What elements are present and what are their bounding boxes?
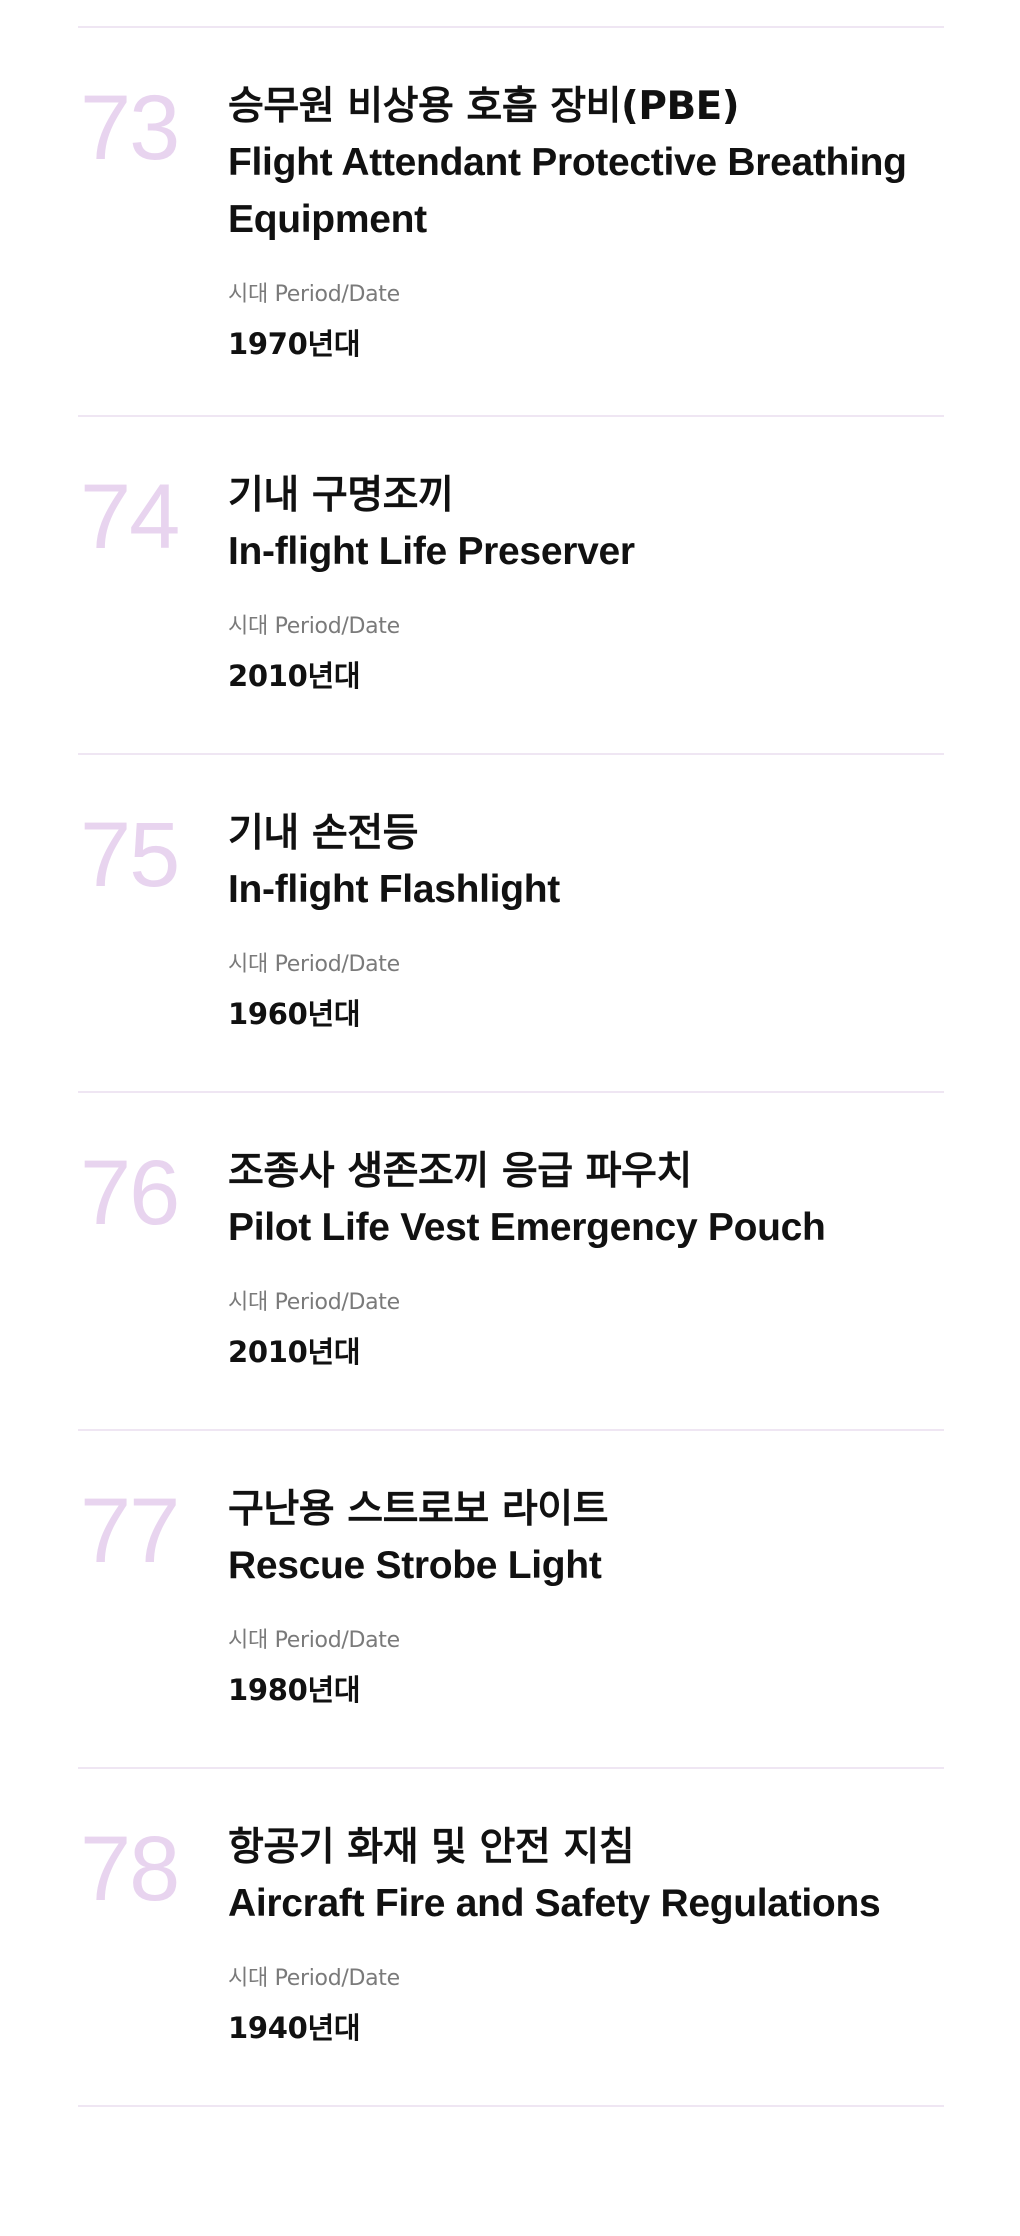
item-number: 77 bbox=[80, 1480, 180, 1582]
period-value: 1960년대 bbox=[228, 997, 361, 1031]
item-number: 76 bbox=[80, 1142, 180, 1244]
period-value: 1970년대 bbox=[228, 327, 361, 361]
period-label: 시대 Period/Date bbox=[228, 1628, 400, 1653]
item-title-ko: 승무원 비상용 호흡 장비(PBE) bbox=[228, 84, 740, 129]
item-title-ko: 기내 손전등 bbox=[228, 811, 418, 856]
item-content: 항공기 화재 및 안전 지침 Aircraft Fire and Safety … bbox=[228, 1821, 944, 2046]
item-title-ko: 구난용 스트로보 라이트 bbox=[228, 1487, 608, 1532]
item-content: 승무원 비상용 호흡 장비(PBE) Flight Attendant Prot… bbox=[228, 80, 944, 362]
item-content: 구난용 스트로보 라이트 Rescue Strobe Light 시대 Peri… bbox=[228, 1483, 944, 1708]
period-label: 시대 Period/Date bbox=[228, 282, 400, 307]
period-value: 1940년대 bbox=[228, 2011, 361, 2045]
period-label: 시대 Period/Date bbox=[228, 1290, 400, 1315]
item-number: 73 bbox=[80, 77, 180, 179]
item-content: 기내 구명조끼 In-flight Life Preserver 시대 Peri… bbox=[228, 469, 944, 694]
list-item[interactable]: 73 승무원 비상용 호흡 장비(PBE) Flight Attendant P… bbox=[78, 28, 944, 415]
item-number: 78 bbox=[80, 1818, 180, 1920]
period-label: 시대 Period/Date bbox=[228, 614, 400, 639]
list-item[interactable]: 76 조종사 생존조끼 응급 파우치 Pilot Life Vest Emerg… bbox=[78, 1093, 944, 1429]
item-title-en: In-flight Life Preserver bbox=[228, 530, 635, 573]
list-item[interactable]: 74 기내 구명조끼 In-flight Life Preserver 시대 P… bbox=[78, 417, 944, 753]
period-value: 1980년대 bbox=[228, 1673, 361, 1707]
item-title-ko: 조종사 생존조끼 응급 파우치 bbox=[228, 1149, 692, 1194]
item-title-ko: 항공기 화재 및 안전 지침 bbox=[228, 1825, 635, 1870]
divider bbox=[78, 2105, 944, 2107]
list-item[interactable]: 75 기내 손전등 In-flight Flashlight 시대 Period… bbox=[78, 755, 944, 1091]
item-content: 기내 손전등 In-flight Flashlight 시대 Period/Da… bbox=[228, 807, 944, 1032]
item-title-en: In-flight Flashlight bbox=[228, 868, 560, 911]
list-item[interactable]: 77 구난용 스트로보 라이트 Rescue Strobe Light 시대 P… bbox=[78, 1431, 944, 1767]
item-number: 75 bbox=[80, 804, 180, 906]
item-title-en: Rescue Strobe Light bbox=[228, 1544, 602, 1587]
item-number: 74 bbox=[80, 466, 180, 568]
exhibit-list: 73 승무원 비상용 호흡 장비(PBE) Flight Attendant P… bbox=[78, 0, 944, 2107]
item-content: 조종사 생존조끼 응급 파우치 Pilot Life Vest Emergenc… bbox=[228, 1145, 944, 1370]
period-value: 2010년대 bbox=[228, 1335, 361, 1369]
period-label: 시대 Period/Date bbox=[228, 952, 400, 977]
item-title-en: Pilot Life Vest Emergency Pouch bbox=[228, 1206, 826, 1249]
item-title-en: Aircraft Fire and Safety Regulations bbox=[228, 1882, 881, 1925]
period-label: 시대 Period/Date bbox=[228, 1966, 400, 1991]
list-item[interactable]: 78 항공기 화재 및 안전 지침 Aircraft Fire and Safe… bbox=[78, 1769, 944, 2105]
item-title-ko: 기내 구명조끼 bbox=[228, 473, 454, 518]
period-value: 2010년대 bbox=[228, 659, 361, 693]
item-title-en: Flight Attendant Protective Breathing Eq… bbox=[228, 141, 907, 241]
